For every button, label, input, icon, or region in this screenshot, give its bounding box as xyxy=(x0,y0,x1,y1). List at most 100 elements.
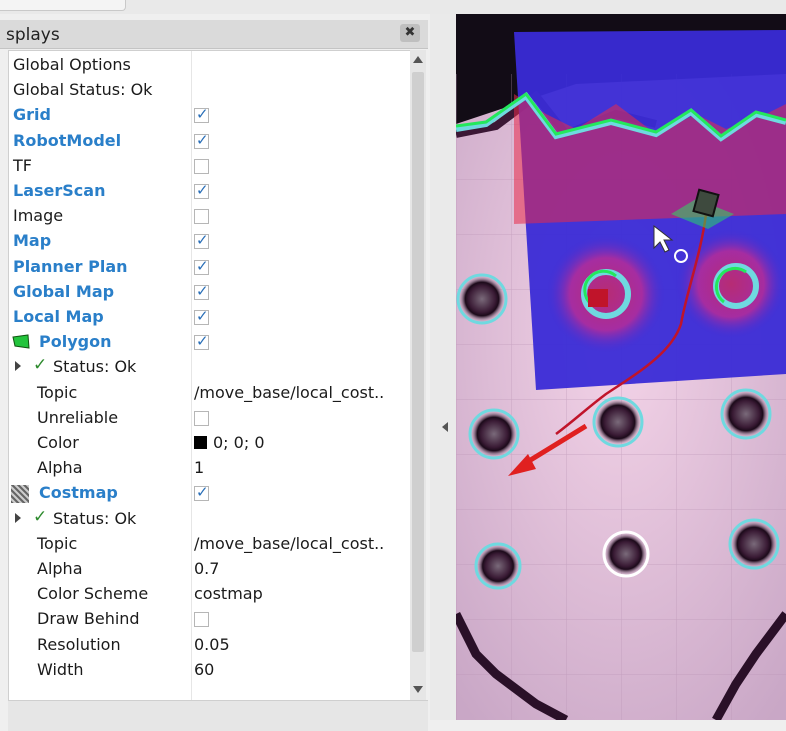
close-icon[interactable]: ✖ xyxy=(400,24,420,42)
property-value[interactable]: 0; 0; 0 xyxy=(194,433,265,452)
tree-row-label: Color xyxy=(37,433,79,452)
tree-row-label: Width xyxy=(37,659,84,679)
obstacle-7 xyxy=(474,542,522,590)
property-value-text: 1 xyxy=(194,458,205,478)
scrollbar-thumb[interactable] xyxy=(412,72,424,652)
obstacle-9 xyxy=(728,518,780,570)
property-value[interactable]: 0.7 xyxy=(194,559,219,578)
visibility-checkbox[interactable] xyxy=(194,105,209,124)
visibility-checkbox[interactable] xyxy=(194,410,209,426)
map-canvas[interactable] xyxy=(456,14,786,720)
collapse-arrow-icon[interactable] xyxy=(442,422,448,432)
polygon-icon xyxy=(11,334,31,350)
tree-row-label: Topic xyxy=(37,533,78,553)
color-swatch[interactable] xyxy=(194,436,207,449)
panel-header: splays ✖ xyxy=(0,20,428,49)
tree-row-label: Alpha xyxy=(37,559,83,578)
checkmark-icon: ✓ xyxy=(33,355,48,376)
vertical-scrollbar[interactable] xyxy=(410,50,426,702)
tree-row-label: Image xyxy=(13,206,64,226)
tree-row[interactable]: Global Options xyxy=(9,53,411,78)
tree-row-label: Status: Ok xyxy=(53,357,137,377)
tree-row[interactable]: LaserScan xyxy=(9,179,411,204)
visibility-checkbox[interactable] xyxy=(194,209,209,225)
tree-row-label: Unreliable xyxy=(37,407,119,427)
tree-row-label: Planner Plan xyxy=(13,256,128,276)
tree-row-label: Resolution xyxy=(37,634,121,654)
visibility-checkbox[interactable] xyxy=(194,131,209,149)
tree-row-label: Grid xyxy=(13,105,51,125)
property-value-text: costmap xyxy=(194,584,263,604)
tree-row[interactable]: Color 0; 0; 0 xyxy=(9,431,411,456)
tree-row-label: Draw Behind xyxy=(37,609,140,629)
checkmark-icon: ✓ xyxy=(33,506,48,527)
property-value[interactable]: 60 xyxy=(194,660,214,679)
visibility-checkbox[interactable] xyxy=(194,181,209,199)
property-value[interactable]: /move_base/local_cost.. xyxy=(194,383,384,402)
visibility-checkbox[interactable] xyxy=(194,257,209,275)
property-value[interactable]: costmap xyxy=(194,584,263,603)
visibility-checkbox[interactable] xyxy=(194,158,209,174)
tree-row[interactable]: Global Map xyxy=(9,280,411,305)
tree-row[interactable]: Map xyxy=(9,229,411,254)
obstacle-6 xyxy=(720,388,772,440)
top-strip xyxy=(0,0,786,14)
tree-row-label: Topic xyxy=(37,382,78,402)
tree-row[interactable]: Topic/move_base/local_cost.. xyxy=(9,532,411,557)
property-value-text: 60 xyxy=(194,659,215,679)
visibility-checkbox[interactable] xyxy=(194,612,209,628)
tree-row[interactable]: RobotModel xyxy=(9,129,411,154)
panel-title: splays xyxy=(6,25,60,45)
tree-row[interactable]: Color Scheme costmap xyxy=(9,582,411,607)
tree-row-label: Polygon xyxy=(39,332,112,352)
tree-row-label: Costmap xyxy=(39,483,118,503)
expand-arrow-icon[interactable] xyxy=(15,512,21,523)
obstacle-inflation-2 xyxy=(676,229,786,339)
tree-row-label: Alpha xyxy=(37,458,83,478)
obstacle-5 xyxy=(592,396,644,448)
tree-row-label: Global Status: Ok xyxy=(13,80,153,100)
tree-row[interactable]: ✓ Status: Ok xyxy=(9,507,411,532)
tree-row-label: TF xyxy=(13,155,32,175)
visibility-checkbox[interactable] xyxy=(194,282,209,300)
tree-row[interactable]: Alpha 0.7 xyxy=(9,557,411,582)
tree-row-label: Local Map xyxy=(13,307,104,326)
property-value[interactable]: 0.05 xyxy=(194,635,230,654)
tree-row-label: Global Map xyxy=(13,281,115,301)
tree-row[interactable]: Draw Behind xyxy=(9,607,411,632)
tree-row[interactable]: Image xyxy=(9,204,411,229)
tree-row[interactable]: Alpha 1 xyxy=(9,456,411,481)
tree-row[interactable]: Grid xyxy=(9,103,411,128)
tree-row[interactable]: Width 60 xyxy=(9,658,411,683)
visibility-checkbox[interactable] xyxy=(194,307,209,325)
tree-row[interactable]: Global Status: Ok xyxy=(9,78,411,103)
obstacle-core-1 xyxy=(588,289,608,307)
tree-row[interactable]: Unreliable xyxy=(9,406,411,431)
displays-panel: splays ✖ Global Options Global Status: Ok… xyxy=(0,14,430,731)
scroll-down-icon[interactable] xyxy=(413,686,423,693)
panel-bottom-bar xyxy=(8,700,428,731)
tree-row-label: Status: Ok xyxy=(53,508,137,528)
property-value-text: 0.05 xyxy=(194,634,230,654)
property-value[interactable]: /move_base/local_cost.. xyxy=(194,534,384,553)
tree-row[interactable]: Resolution 0.05 xyxy=(9,633,411,658)
visibility-checkbox[interactable] xyxy=(194,483,209,502)
top-tab[interactable] xyxy=(0,0,126,11)
tree-row[interactable]: Polygon xyxy=(9,330,411,355)
tree-row[interactable]: Costmap xyxy=(9,481,411,506)
panel-splitter[interactable] xyxy=(430,14,456,720)
costmap-icon xyxy=(11,485,29,504)
visibility-checkbox[interactable] xyxy=(194,231,209,250)
tree-row[interactable]: TF xyxy=(9,154,411,179)
tree-row[interactable]: ✓ Status: Ok xyxy=(9,355,411,380)
visibility-checkbox[interactable] xyxy=(194,332,209,351)
tree-row[interactable]: Planner Plan xyxy=(9,255,411,280)
tree-row[interactable]: Topic/move_base/local_cost.. xyxy=(9,381,411,406)
property-value[interactable]: 1 xyxy=(194,458,204,477)
property-value-text: 0.7 xyxy=(194,559,220,578)
tree-row[interactable]: Local Map xyxy=(9,305,411,330)
expand-arrow-icon[interactable] xyxy=(15,361,21,372)
render-view[interactable] xyxy=(456,14,786,720)
tree-row-label: RobotModel xyxy=(13,130,122,150)
scroll-up-icon[interactable] xyxy=(413,56,423,63)
